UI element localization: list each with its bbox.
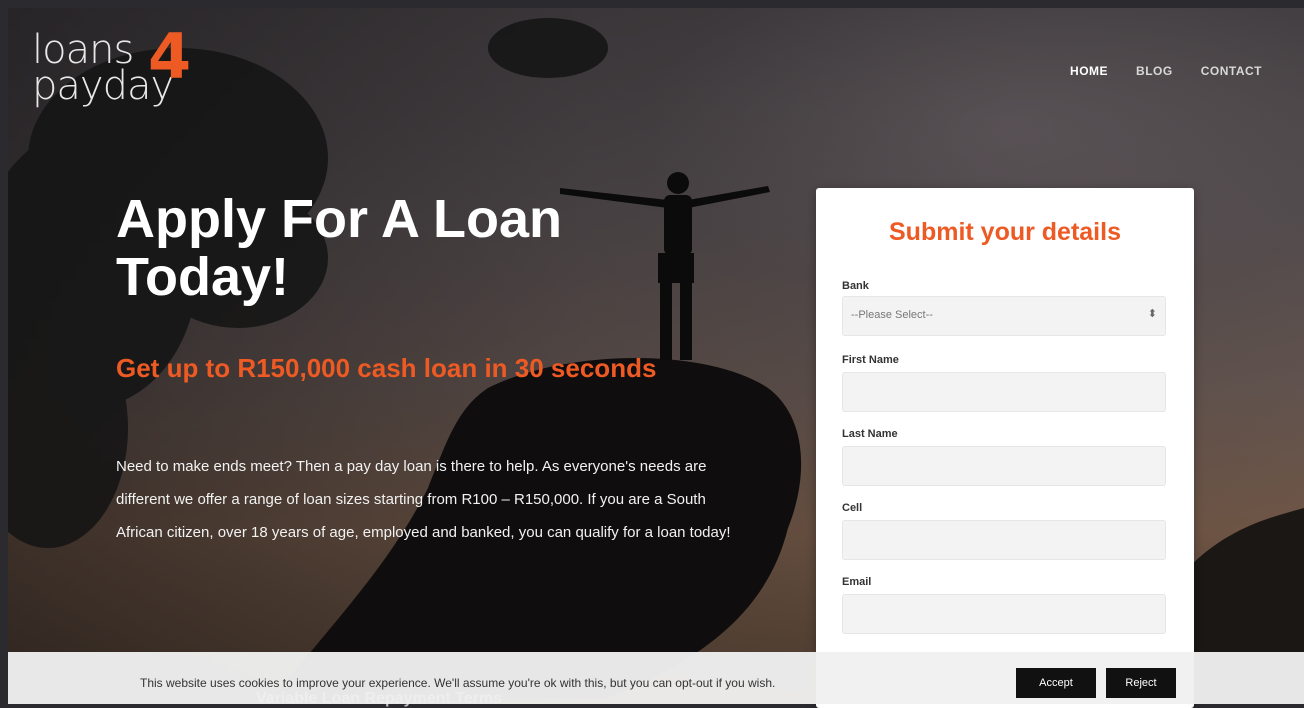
last-name-field[interactable] bbox=[842, 446, 1166, 486]
cookie-banner: This website uses cookies to improve you… bbox=[8, 652, 1304, 704]
first-name-label: First Name bbox=[842, 354, 899, 366]
main-nav: HOME BLOG CONTACT bbox=[1070, 64, 1262, 78]
first-name-field[interactable] bbox=[842, 372, 1166, 412]
last-name-label: Last Name bbox=[842, 428, 898, 440]
cell-label: Cell bbox=[842, 502, 863, 514]
select-arrows-icon: ⬍ bbox=[1147, 308, 1157, 320]
cell-field[interactable] bbox=[842, 520, 1166, 560]
bank-label: Bank bbox=[842, 280, 869, 292]
cookie-text: This website uses cookies to improve you… bbox=[140, 676, 776, 690]
accept-button[interactable]: Accept bbox=[1016, 668, 1096, 698]
nav-home[interactable]: HOME bbox=[1070, 64, 1108, 78]
email-field[interactable] bbox=[842, 594, 1166, 634]
nav-blog[interactable]: BLOG bbox=[1136, 64, 1173, 78]
form-title: Submit your details bbox=[889, 218, 1121, 246]
reject-button[interactable]: Reject bbox=[1106, 668, 1176, 698]
bank-select[interactable]: --Please Select-- ⬍ bbox=[842, 296, 1166, 336]
email-label: Email bbox=[842, 576, 872, 588]
hero-intro: Need to make ends meet? Then a pay day l… bbox=[116, 458, 731, 541]
logo-number: 4 bbox=[148, 20, 192, 93]
hero-headline: Apply For A Loan Today! bbox=[116, 189, 562, 307]
details-form: Submit your details Bank --Please Select… bbox=[816, 188, 1194, 708]
logo[interactable]: loans 4 payday bbox=[32, 26, 191, 107]
bank-select-value: --Please Select-- bbox=[851, 309, 933, 321]
nav-contact[interactable]: CONTACT bbox=[1201, 64, 1262, 78]
hero-subhead: Get up to R150,000 cash loan in 30 secon… bbox=[116, 353, 657, 383]
